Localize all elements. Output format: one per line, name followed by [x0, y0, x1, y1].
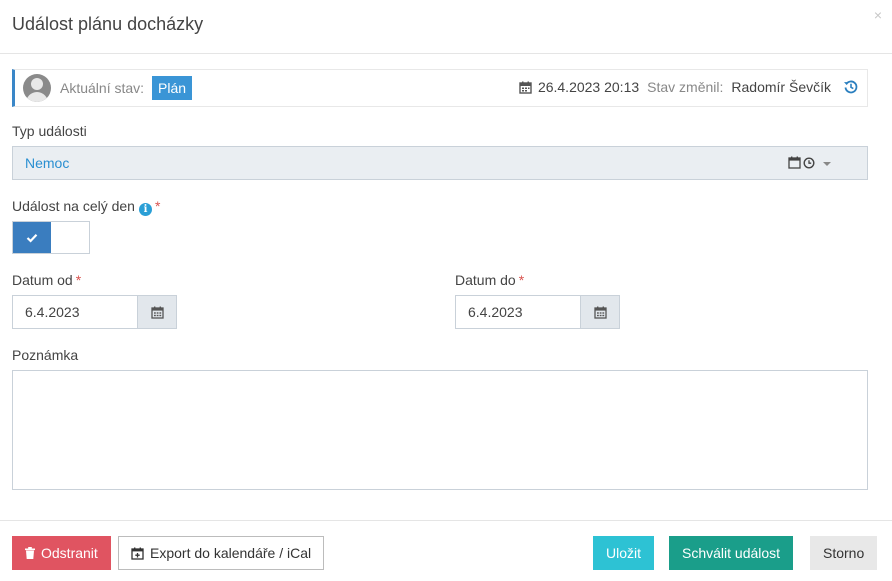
all-day-label: Událost na celý den i * — [12, 198, 160, 216]
date-from-calendar-button[interactable] — [138, 295, 177, 329]
approve-event-button[interactable]: Schválit událost — [669, 536, 794, 570]
date-from-input[interactable]: 6.4.2023 — [12, 295, 138, 329]
event-type-select[interactable]: Nemoc — [12, 146, 868, 180]
approve-button-label: Schválit událost — [682, 545, 781, 561]
status-date: 26.4.2023 20:13 — [537, 79, 640, 95]
calendar-icon — [788, 156, 801, 169]
close-icon[interactable]: × — [874, 8, 882, 22]
changed-by-label: Stav změnil: — [647, 79, 724, 95]
modal-header: Událost plánu docházky × — [0, 0, 892, 54]
chevron-down-icon[interactable] — [823, 162, 831, 166]
calendar-icon — [150, 306, 164, 319]
info-icon[interactable]: i — [138, 203, 152, 216]
note-label: Poznámka — [12, 347, 79, 363]
user-avatar-icon — [23, 74, 51, 102]
delete-button-label: Odstranit — [41, 545, 98, 561]
event-type-label: Typ události — [12, 123, 87, 139]
cancel-button-label: Storno — [823, 545, 865, 561]
cancel-button[interactable]: Storno — [810, 536, 878, 570]
date-to-group: 6.4.2023 — [455, 295, 620, 329]
clock-icon — [803, 156, 815, 169]
select-icons — [788, 156, 815, 169]
all-day-label-text: Událost na celý den — [12, 198, 135, 214]
save-button[interactable]: Uložit — [593, 536, 655, 570]
calendar-icon — [519, 81, 532, 94]
export-button-label: Export do kalendáře / iCal — [150, 545, 312, 561]
check-icon — [26, 233, 38, 243]
required-marker: * — [154, 198, 161, 214]
calendar-plus-icon — [131, 547, 144, 560]
date-to-input[interactable]: 6.4.2023 — [455, 295, 581, 329]
date-to-label: Datum do * — [455, 272, 524, 288]
status-badge: Plán — [152, 76, 193, 100]
delete-button[interactable]: Odstranit — [12, 536, 111, 570]
date-from-group: 6.4.2023 — [12, 295, 177, 329]
required-marker: * — [75, 272, 82, 288]
status-details: 26.4.2023 20:13 Stav změnil: Radomír Šev… — [519, 79, 859, 95]
note-textarea[interactable] — [12, 370, 868, 490]
calendar-icon — [593, 306, 607, 319]
event-type-value: Nemoc — [25, 155, 70, 171]
trash-icon — [25, 547, 35, 559]
save-button-label: Uložit — [606, 545, 642, 561]
modal-title: Událost plánu docházky — [12, 14, 204, 34]
date-to-calendar-button[interactable] — [581, 295, 620, 329]
date-to-label-text: Datum do — [455, 272, 516, 288]
footer-divider — [0, 520, 892, 521]
toggle-on-state — [13, 222, 51, 253]
status-label: Aktuální stav: — [60, 80, 145, 96]
required-marker: * — [518, 272, 525, 288]
status-bar: Aktuální stav: Plán 26.4.2023 20:13 Stav… — [12, 69, 868, 107]
changed-by-name: Radomír Ševčík — [731, 79, 831, 95]
history-icon[interactable] — [843, 79, 859, 95]
export-ical-button[interactable]: Export do kalendáře / iCal — [118, 536, 325, 570]
date-from-label-text: Datum od — [12, 272, 73, 288]
all-day-toggle[interactable] — [12, 221, 90, 254]
date-from-label: Datum od * — [12, 272, 81, 288]
